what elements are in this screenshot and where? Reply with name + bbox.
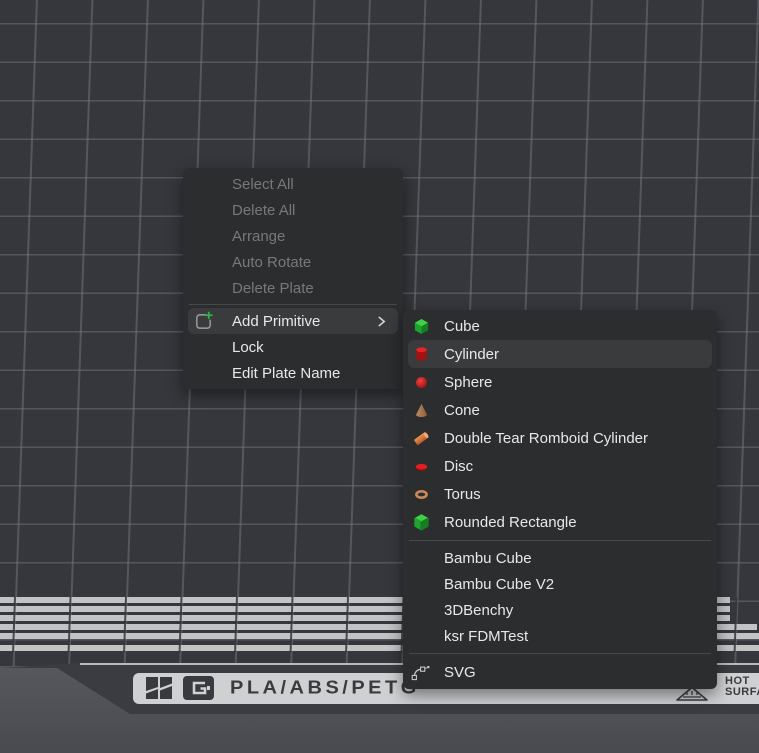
cone-icon xyxy=(411,401,431,420)
cube-icon xyxy=(411,317,431,336)
menu-item-auto-rotate: Auto Rotate xyxy=(183,249,403,275)
menu-item-label: Rounded Rectangle xyxy=(444,514,577,531)
add-primitive-icon xyxy=(191,311,215,332)
menu-item-add-primitive[interactable]: Add Primitive xyxy=(188,308,398,334)
menu-item-label: Sphere xyxy=(444,374,492,391)
torus-icon xyxy=(411,485,431,504)
menu-item-double-tear-romboid-cylinder[interactable]: Double Tear Romboid Cylinder xyxy=(403,424,717,452)
menu-item-label: Add Primitive xyxy=(232,313,320,330)
menu-item-label: Torus xyxy=(444,486,481,503)
svg-icon xyxy=(411,663,431,682)
menu-item-disc[interactable]: Disc xyxy=(403,452,717,480)
menu-item-svg[interactable]: SVG xyxy=(403,658,717,686)
menu-separator xyxy=(409,653,711,654)
menu-item-rounded-rectangle[interactable]: Rounded Rectangle xyxy=(403,508,717,536)
menu-item-lock[interactable]: Lock xyxy=(183,334,403,360)
menu-separator xyxy=(189,304,397,305)
menu-item-3dbenchy[interactable]: 3DBenchy xyxy=(403,597,717,623)
menu-item-torus[interactable]: Torus xyxy=(403,480,717,508)
menu-item-label: Arrange xyxy=(232,228,285,245)
chevron-right-icon xyxy=(377,315,386,328)
cylinder-icon xyxy=(411,345,431,364)
menu-item-label: ksr FDMTest xyxy=(444,628,528,645)
menu-item-label: Cone xyxy=(444,402,480,419)
menu-item-label: Cube xyxy=(444,318,480,335)
menu-item-label: Double Tear Romboid Cylinder xyxy=(444,430,648,447)
menu-item-label: Lock xyxy=(232,339,264,356)
rounded-rectangle-icon xyxy=(411,513,431,532)
menu-item-bambu-cube-v2[interactable]: Bambu Cube V2 xyxy=(403,571,717,597)
menu-item-bambu-cube[interactable]: Bambu Cube xyxy=(403,545,717,571)
menu-item-edit-plate-name[interactable]: Edit Plate Name xyxy=(183,360,403,386)
menu-item-label: Edit Plate Name xyxy=(232,365,340,382)
menu-item-label: SVG xyxy=(444,664,476,681)
add-primitive-submenu: Cube Cylinder Sphere Cone Double Tear Romboi… xyxy=(403,310,717,689)
menu-item-label: Disc xyxy=(444,458,473,475)
menu-separator xyxy=(409,540,711,541)
bambu-logo-icon xyxy=(142,675,176,706)
context-menu: Select All Delete All Arrange Auto Rotate De… xyxy=(183,168,403,389)
menu-item-cube[interactable]: Cube xyxy=(403,312,717,340)
hot-surface-warning-text: HOTSURFACE xyxy=(725,676,759,698)
menu-item-label: Delete Plate xyxy=(232,280,314,297)
plate-name-text: PLA/ABS/PETG xyxy=(230,678,420,699)
menu-item-delete-all: Delete All xyxy=(183,197,403,223)
disc-icon xyxy=(411,457,431,476)
menu-item-ksr-fdmtest[interactable]: ksr FDMTest xyxy=(403,623,717,649)
menu-item-delete-plate: Delete Plate xyxy=(183,275,403,301)
menu-item-select-all: Select All xyxy=(183,171,403,197)
menu-item-label: Cylinder xyxy=(444,346,499,363)
menu-item-cone[interactable]: Cone xyxy=(403,396,717,424)
menu-item-label: Auto Rotate xyxy=(232,254,311,271)
menu-item-label: Select All xyxy=(232,176,294,193)
menu-item-arrange: Arrange xyxy=(183,223,403,249)
menu-item-sphere[interactable]: Sphere xyxy=(403,368,717,396)
plate-badge-icon xyxy=(182,675,216,706)
double-tear-romboid-cylinder-icon xyxy=(411,429,431,448)
hot-surface-warning-icon xyxy=(675,686,709,707)
menu-item-label: 3DBenchy xyxy=(444,602,513,619)
menu-item-label: Bambu Cube xyxy=(444,550,532,567)
sphere-icon xyxy=(411,373,431,392)
menu-item-cylinder[interactable]: Cylinder xyxy=(408,340,712,368)
menu-item-label: Bambu Cube V2 xyxy=(444,576,554,593)
menu-item-label: Delete All xyxy=(232,202,295,219)
